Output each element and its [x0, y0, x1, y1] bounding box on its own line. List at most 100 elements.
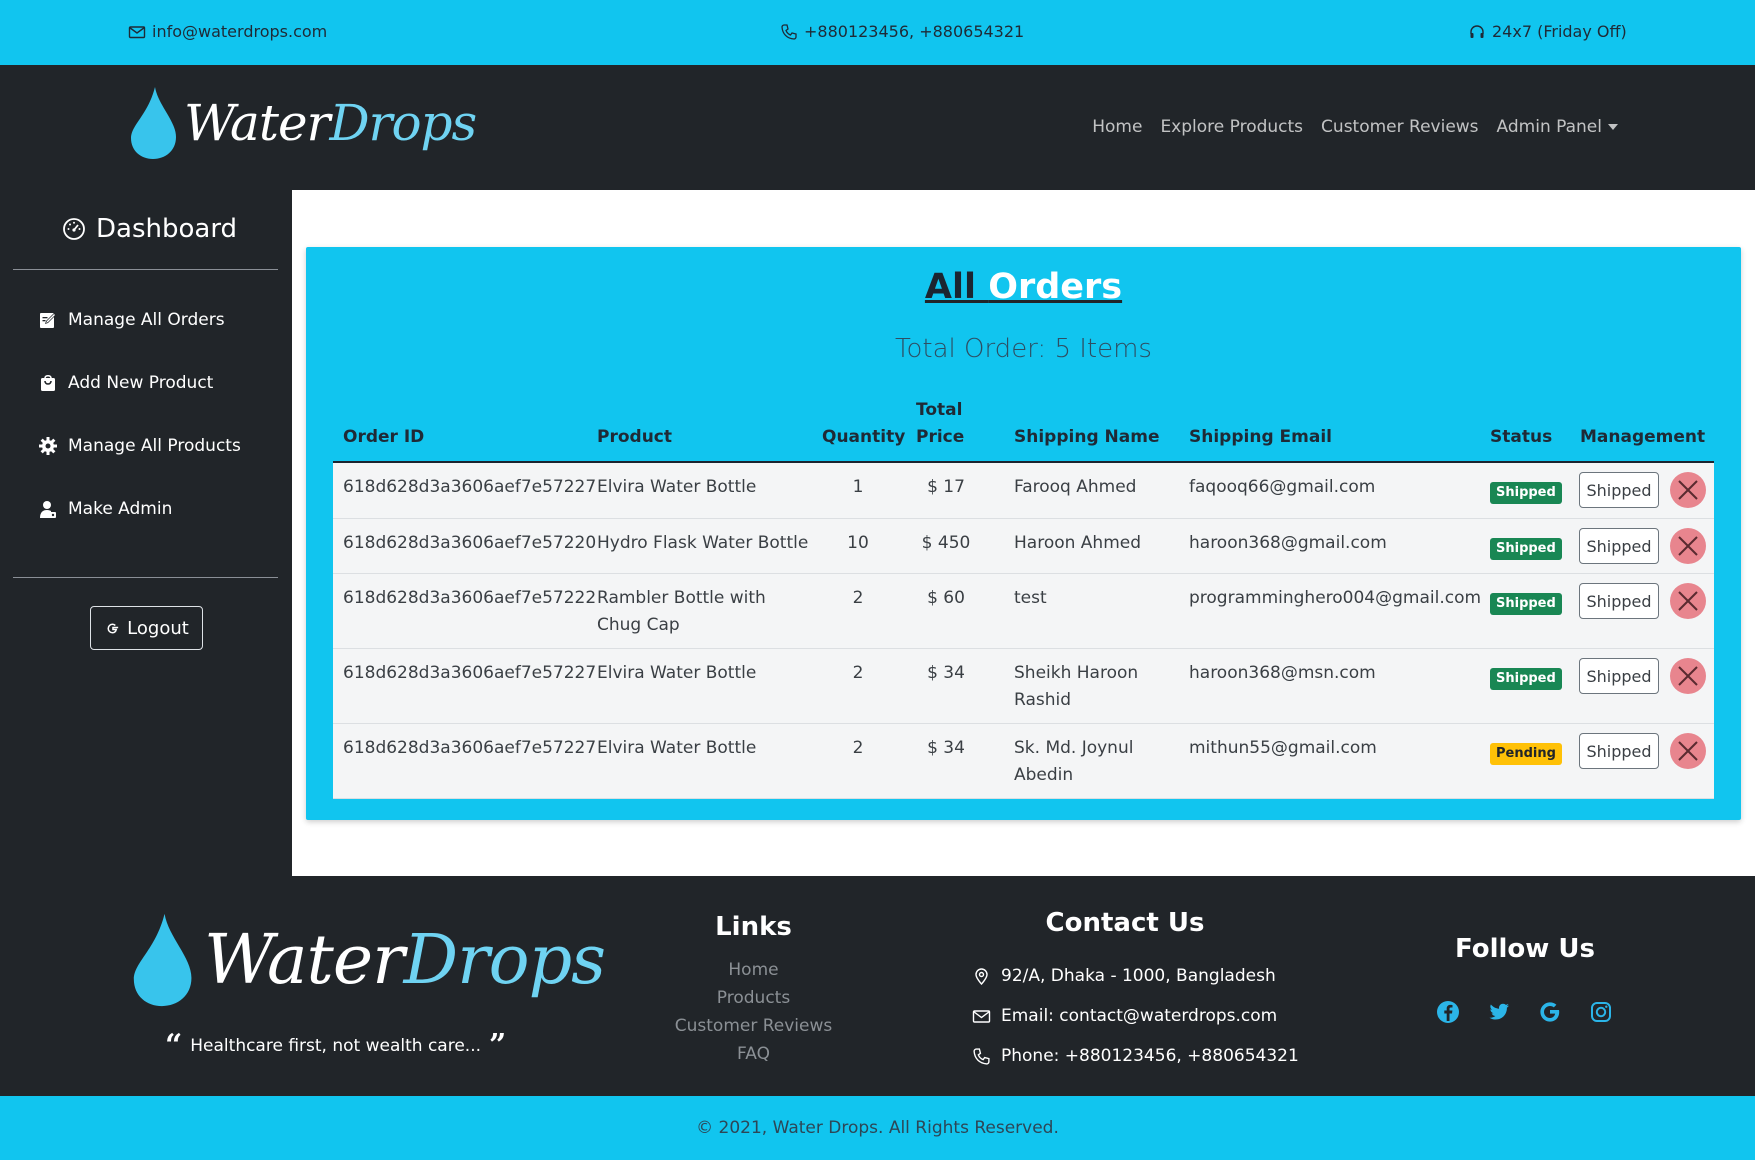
- cell-shipping-email: faqooq66@gmail.com: [1189, 477, 1376, 497]
- cell-total-price: $ 60: [927, 588, 965, 608]
- user-icon: [40, 501, 56, 518]
- edit-icon: [40, 313, 56, 328]
- logout-button[interactable]: Logout: [90, 606, 203, 650]
- nav-home[interactable]: Home: [1092, 117, 1142, 137]
- sidebar-item-add-new-product[interactable]: Add New Product: [38, 373, 213, 393]
- col-total-price-line1: Total: [916, 400, 963, 420]
- mark-shipped-button[interactable]: Shipped: [1579, 528, 1659, 564]
- topbar-phone-text: +880123456, +880654321: [804, 22, 1025, 41]
- cell-product: Hydro Flask Water Bottle: [597, 530, 808, 557]
- cell-product: Rambler Bottle with Chug Cap: [597, 585, 766, 639]
- envelope-icon: [128, 25, 146, 38]
- sidebar-item-manage-all-orders[interactable]: Manage All Orders: [38, 310, 225, 330]
- cell-product: Elvira Water Bottle: [597, 474, 756, 501]
- table-body: 618d628d3a3606aef7e57227 Elvira Water Bot…: [333, 463, 1714, 799]
- instagram-icon[interactable]: [1589, 1000, 1613, 1024]
- cell-order-id: 618d628d3a3606aef7e57227: [343, 663, 597, 683]
- page-title-word-1: All: [924, 267, 976, 307]
- footer-phone-text: Phone: +880123456, +880654321: [1001, 1046, 1299, 1066]
- mark-shipped-button[interactable]: Shipped: [1579, 733, 1659, 769]
- sidebar: Dashboard Manage All Orders Add New Prod…: [0, 190, 292, 876]
- footer-brand-word-1: Water: [204, 920, 405, 1000]
- cell-status: Shipped: [1490, 534, 1562, 561]
- status-badge: Shipped: [1490, 668, 1562, 690]
- speedometer-icon: [63, 218, 85, 240]
- status-badge: Shipped: [1490, 538, 1562, 560]
- table-row: 618d628d3a3606aef7e57222 Rambler Bottle w…: [333, 574, 1714, 649]
- facebook-icon[interactable]: [1436, 1000, 1460, 1024]
- col-total-price-line2: Price: [916, 427, 965, 447]
- mark-shipped-button[interactable]: Shipped: [1579, 472, 1659, 508]
- water-drop-icon: [133, 913, 192, 1007]
- footer-email[interactable]: Email: contact@waterdrops.com: [972, 1006, 1277, 1026]
- cell-shipping-name-line: Sheikh Haroon: [1014, 663, 1139, 683]
- status-badge: Shipped: [1490, 593, 1562, 615]
- footer-follow-title: Follow Us: [1455, 934, 1595, 964]
- brand-logo[interactable]: WaterDrops: [128, 85, 477, 161]
- cell-order-id: 618d628d3a3606aef7e57222: [343, 588, 597, 608]
- nav-explore-products[interactable]: Explore Products: [1160, 117, 1303, 137]
- bag-icon: [41, 374, 55, 391]
- footer-link-faq[interactable]: FAQ: [640, 1040, 867, 1068]
- topbar-hours-text: 24x7 (Friday Off): [1492, 22, 1627, 41]
- footer-tagline: “ Healthcare first, not wealth care... ”: [165, 1028, 507, 1063]
- orders-table: Order ID Product Quantity Total Price Shi…: [333, 397, 1714, 799]
- sidebar-item-manage-all-products[interactable]: Manage All Products: [38, 436, 241, 456]
- footer-link-customer-reviews[interactable]: Customer Reviews: [640, 1012, 867, 1040]
- page-title-word-2: Orders: [988, 267, 1123, 307]
- cell-status: Shipped: [1490, 478, 1562, 505]
- mark-shipped-button[interactable]: Shipped: [1579, 583, 1659, 619]
- sidebar-divider: [13, 269, 278, 270]
- dashboard-title: Dashboard: [62, 214, 237, 244]
- delete-order-button[interactable]: [1670, 472, 1706, 508]
- footer-link-home[interactable]: Home: [640, 956, 867, 984]
- top-info-bar: info@waterdrops.com +880123456, +8806543…: [0, 0, 1755, 65]
- table-row: 618d628d3a3606aef7e57227 Elvira Water Bot…: [333, 463, 1714, 519]
- delete-order-button[interactable]: [1670, 583, 1706, 619]
- brand-word-1: Water: [184, 94, 330, 152]
- delete-order-button[interactable]: [1670, 528, 1706, 564]
- cell-shipping-name-line: Rashid: [1014, 690, 1072, 710]
- quote-close-icon: ”: [489, 1028, 507, 1063]
- nav-admin-panel-dropdown[interactable]: Admin Panel: [1497, 117, 1618, 137]
- google-icon[interactable]: [1538, 1000, 1562, 1024]
- cell-product-line: Rambler Bottle with: [597, 588, 766, 608]
- table-row: 618d628d3a3606aef7e57220 Hydro Flask Wate…: [333, 519, 1714, 574]
- gear-icon: [39, 437, 57, 455]
- cell-total-price: $ 34: [927, 663, 965, 683]
- sidebar-item-make-admin[interactable]: Make Admin: [38, 499, 172, 519]
- delete-order-button[interactable]: [1670, 658, 1706, 694]
- copyright-text: © 2021, Water Drops. All Rights Reserved…: [696, 1118, 1059, 1138]
- cell-shipping-name-line: test: [1014, 588, 1047, 608]
- cell-shipping-name: Sheikh Haroon Rashid: [1014, 660, 1138, 714]
- footer-logo[interactable]: WaterDrops: [130, 908, 606, 1012]
- footer-contact-title: Contact Us: [1045, 908, 1205, 938]
- mark-shipped-button[interactable]: Shipped: [1579, 658, 1659, 694]
- cell-product: Elvira Water Bottle: [597, 660, 756, 687]
- twitter-icon[interactable]: [1487, 1000, 1511, 1024]
- cell-order-id: 618d628d3a3606aef7e57220: [343, 533, 597, 553]
- close-icon: [1678, 741, 1698, 761]
- topbar-hours: 24x7 (Friday Off): [1468, 22, 1627, 41]
- cell-shipping-email: haroon368@msn.com: [1189, 663, 1376, 683]
- col-shipping-name: Shipping Name: [1014, 427, 1160, 447]
- sidebar-item-label: Manage All Products: [68, 436, 241, 456]
- col-management: Management: [1580, 427, 1706, 447]
- cell-quantity: 2: [852, 738, 864, 758]
- cell-product-line: Chug Cap: [597, 615, 680, 635]
- nav-customer-reviews[interactable]: Customer Reviews: [1321, 117, 1479, 137]
- quote-open-icon: “: [165, 1028, 183, 1063]
- footer-link-products[interactable]: Products: [640, 984, 867, 1012]
- brand-wordmark: WaterDrops: [184, 94, 477, 152]
- cell-shipping-name: Haroon Ahmed: [1014, 530, 1141, 557]
- col-product: Product: [597, 427, 672, 447]
- col-quantity: Quantity: [822, 427, 906, 447]
- close-icon: [1678, 591, 1698, 611]
- delete-order-button[interactable]: [1670, 733, 1706, 769]
- cell-shipping-name-line: Farooq Ahmed: [1014, 477, 1137, 497]
- table-row: 618d628d3a3606aef7e57227 Elvira Water Bot…: [333, 649, 1714, 724]
- cell-shipping-name: test: [1014, 585, 1047, 612]
- cell-product-line: Elvira Water Bottle: [597, 738, 757, 758]
- topbar-email[interactable]: info@waterdrops.com: [128, 22, 327, 41]
- col-total-price: Total Price: [916, 397, 964, 451]
